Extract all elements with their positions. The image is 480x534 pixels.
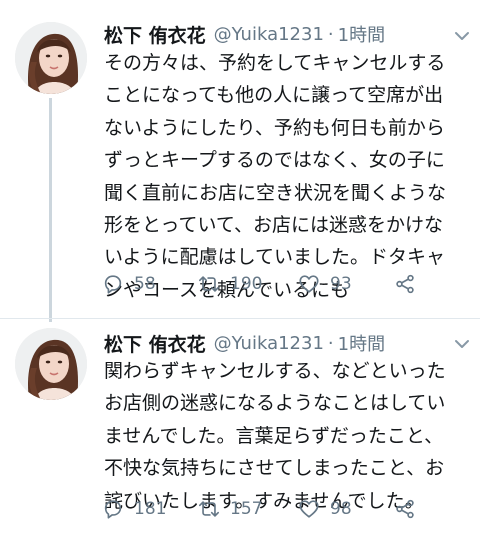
retweet-count: 190	[230, 274, 263, 294]
share-button[interactable]	[394, 497, 426, 521]
like-count: 98	[330, 499, 352, 519]
share-icon	[396, 274, 414, 294]
reply-count: 58	[134, 274, 156, 294]
reply-button[interactable]: 58	[102, 272, 156, 296]
share-icon	[396, 499, 414, 519]
user-handle[interactable]: @Yuika1231	[214, 333, 324, 354]
tweet[interactable]: 松下 侑衣花 @Yuika1231 · 1時間 関わらずキャンセルする、などとい…	[0, 318, 480, 534]
chevron-down-icon[interactable]	[454, 336, 470, 352]
tweet-text-line: お店側の迷惑になるようなことはしてい	[104, 392, 446, 415]
reply-count: 181	[134, 499, 167, 519]
tweet-text-line: いように配慮はしていました。ドタキャ	[104, 246, 446, 269]
avatar-image	[15, 22, 87, 94]
tweet-text-line: 不快な気持ちにさせてしまったこと、お	[104, 457, 445, 480]
user-handle[interactable]: @Yuika1231	[214, 24, 324, 45]
meta-separator: ·	[327, 23, 334, 45]
share-button[interactable]	[394, 272, 426, 296]
tweet-actions: 58 190 93	[100, 272, 430, 296]
retweet-button[interactable]: 190	[198, 272, 262, 296]
tweet-text-line: 関わらずキャンセルする、などといった	[104, 360, 446, 382]
like-button[interactable]: 93	[298, 272, 352, 296]
timestamp[interactable]: 1時間	[338, 330, 385, 356]
display-name[interactable]: 松下 侑衣花	[104, 330, 206, 357]
tweet-text-line: 形をとっていて、お店には迷惑をかけな	[104, 214, 443, 237]
avatar[interactable]	[15, 328, 87, 400]
tweet-text-line: ませんでした。言葉足らずだったこと、	[104, 424, 444, 447]
reply-icon	[104, 275, 122, 294]
thread-connector-line	[49, 98, 52, 322]
heart-icon	[299, 500, 319, 518]
tweet-header: 松下 侑衣花 @Yuika1231 · 1時間	[104, 19, 480, 49]
tweet-text-line: ないようにしたり、予約も何日も前から	[104, 116, 445, 139]
tweet-text-line: ずっとキープするのではなく、女の子に	[104, 149, 445, 172]
retweet-button[interactable]: 157	[198, 497, 262, 521]
retweet-icon	[199, 501, 219, 517]
reply-button[interactable]: 181	[102, 497, 166, 521]
reply-icon	[104, 500, 122, 519]
tweet-text-line: 聞く直前にお店に空き状況を聞くような	[104, 181, 447, 204]
avatar[interactable]	[15, 22, 87, 94]
tweet-text-line: その方々は、予約をしてキャンセルする	[104, 52, 446, 74]
retweet-count: 157	[230, 499, 263, 519]
heart-icon	[299, 275, 319, 293]
timestamp[interactable]: 1時間	[338, 21, 385, 47]
tweet-actions: 181 157 98	[100, 497, 430, 521]
retweet-icon	[199, 276, 219, 292]
avatar-image	[15, 328, 87, 400]
like-count: 93	[330, 274, 352, 294]
display-name[interactable]: 松下 侑衣花	[104, 21, 206, 48]
meta-separator: ·	[327, 332, 334, 354]
tweet-text: 関わらずキャンセルする、などといった お店側の迷惑になるようなことはしてい ませんで…	[104, 355, 476, 517]
chevron-down-icon[interactable]	[454, 28, 470, 44]
tweet-header: 松下 侑衣花 @Yuika1231 · 1時間	[104, 328, 480, 358]
tweet[interactable]: 松下 侑衣花 @Yuika1231 · 1時間 その方々は、予約をしてキャンセル…	[0, 0, 480, 322]
tweet-text-line: ことになっても他の人に譲って空席が出	[104, 84, 444, 107]
like-button[interactable]: 98	[298, 497, 352, 521]
tweet-text: その方々は、予約をしてキャンセルする ことになっても他の人に譲って空席が出 ないよう…	[104, 47, 476, 306]
